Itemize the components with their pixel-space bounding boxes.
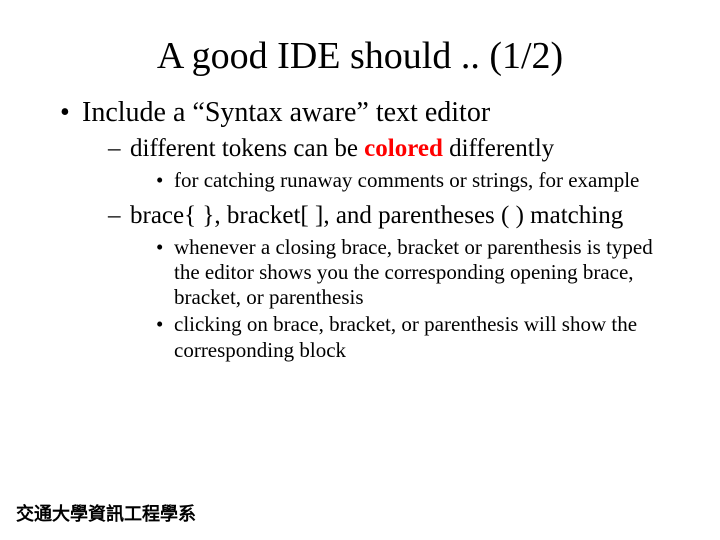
- bullet-l2-item: brace{ }, bracket[ ], and parentheses ( …: [108, 201, 680, 363]
- slide-title: A good IDE should .. (1/2): [40, 34, 680, 78]
- bullet-l2a-colored: colored: [364, 135, 443, 162]
- bullet-l2a-post: differently: [443, 135, 554, 162]
- bullet-l3a-text: for catching runaway comments or strings…: [174, 168, 639, 192]
- bullet-l3b-text: whenever a closing brace, bracket or par…: [174, 235, 653, 309]
- bullet-list-level-3: for catching runaway comments or strings…: [130, 168, 680, 193]
- bullet-l1-text: Include a “Syntax aware” text editor: [82, 97, 490, 128]
- bullet-l3-item: clicking on brace, bracket, or parenthes…: [156, 312, 680, 362]
- bullet-list-level-3: whenever a closing brace, bracket or par…: [130, 235, 680, 363]
- slide: A good IDE should .. (1/2) Include a “Sy…: [0, 0, 720, 540]
- bullet-list-level-1: Include a “Syntax aware” text editor dif…: [40, 96, 680, 363]
- bullet-l3-item: whenever a closing brace, bracket or par…: [156, 235, 680, 311]
- bullet-l3-item: for catching runaway comments or strings…: [156, 168, 680, 193]
- bullet-l2-item: different tokens can be colored differen…: [108, 134, 680, 193]
- bullet-l1-item: Include a “Syntax aware” text editor dif…: [60, 96, 680, 363]
- bullet-l2b-text: brace{ }, bracket[ ], and parentheses ( …: [130, 202, 623, 229]
- bullet-l2a-pre: different tokens can be: [130, 135, 364, 162]
- bullet-list-level-2: different tokens can be colored differen…: [82, 134, 680, 363]
- bullet-l3c-text: clicking on brace, bracket, or parenthes…: [174, 312, 637, 361]
- footer-text: 交通大學資訊工程學系: [16, 500, 196, 526]
